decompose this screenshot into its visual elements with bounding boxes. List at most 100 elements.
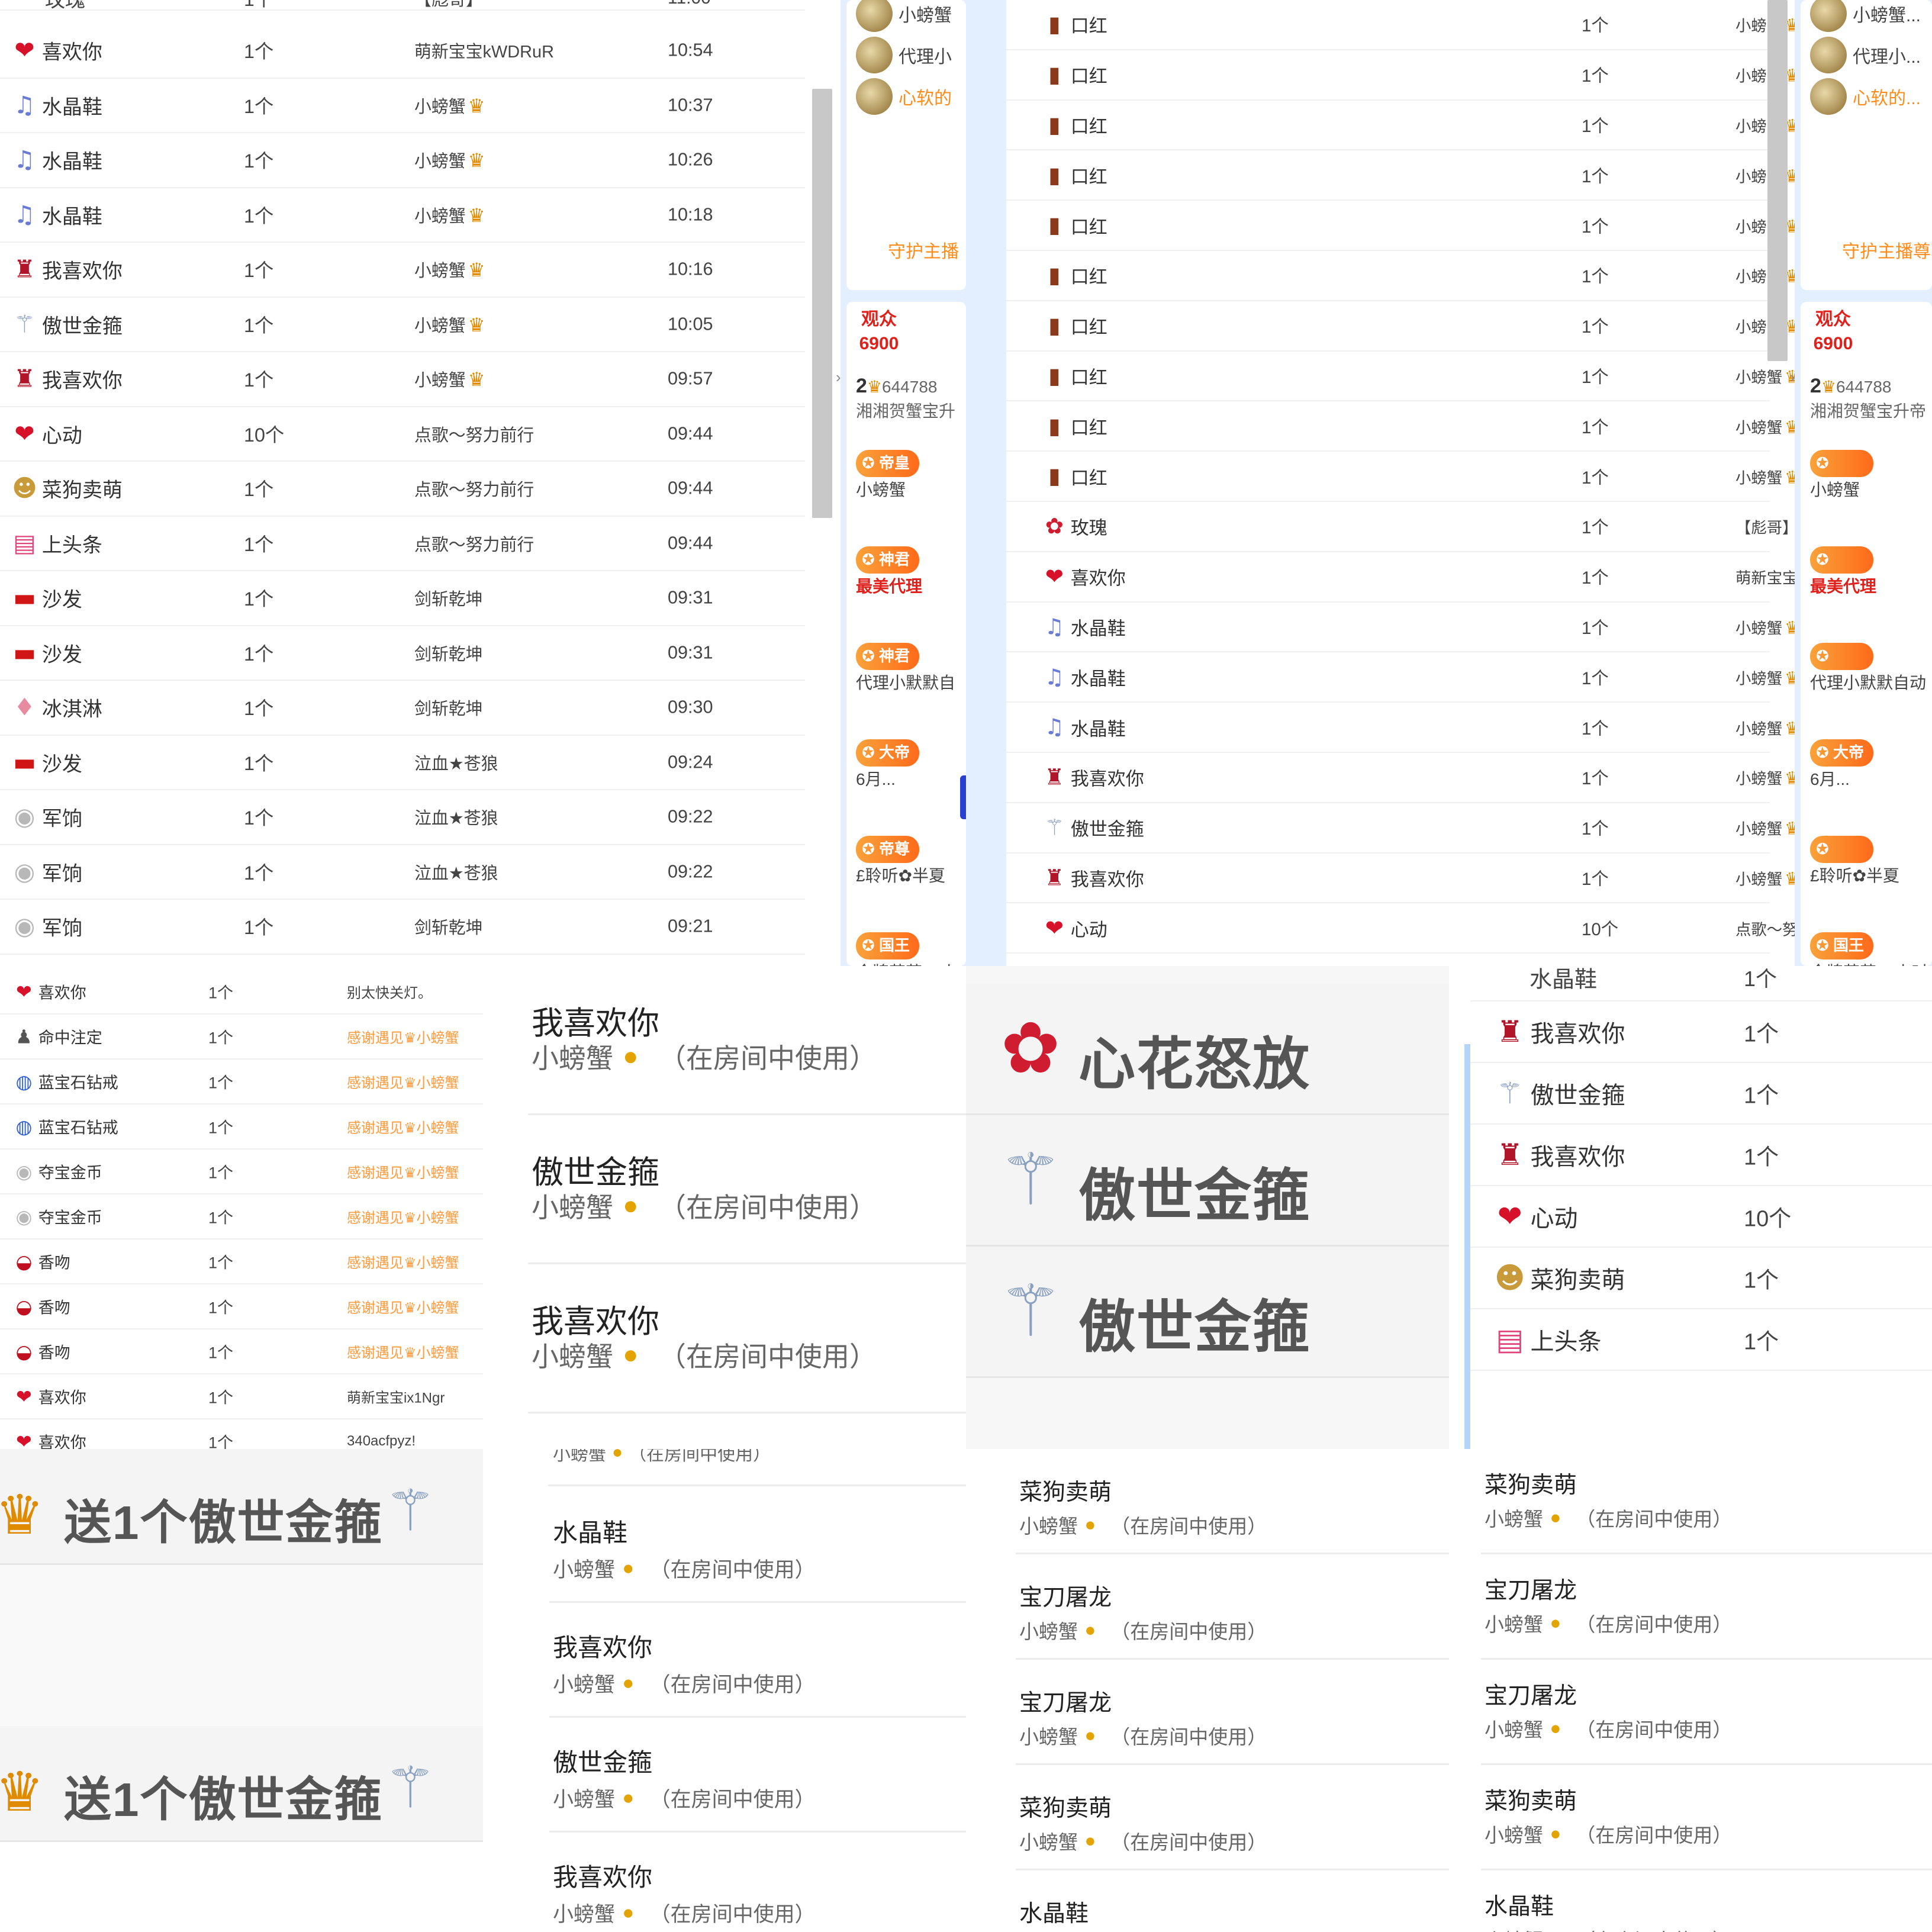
- audience-user[interactable]: ✪ 帝尊 £聆听✿半夏: [856, 836, 945, 889]
- table-row[interactable]: ♜我喜欢你1个小螃蟹♛10:16: [1006, 753, 1800, 803]
- table-row[interactable]: ❤喜欢你1个萌新宝宝kWDRuR10:54: [0, 24, 805, 79]
- table-row[interactable]: ❤喜欢你1个萌新宝宝kWDRuR10:54: [1006, 552, 1863, 603]
- table-row[interactable]: ♜ 我喜欢你 1个: [1470, 1002, 1932, 1063]
- usage-item[interactable]: 水晶鞋小螃蟹●（在房间中使用）: [1449, 1870, 1932, 1932]
- table-row[interactable]: ▮口红1个小螃蟹♛11:36: [1006, 452, 1800, 502]
- table-row[interactable]: ⚚ 傲世金箍 1个: [1470, 1063, 1932, 1125]
- usage-item[interactable]: 宝刀屠龙 小螃蟹 ● （在房间中使用）: [966, 1554, 1449, 1660]
- table-row[interactable]: ☻ 菜狗卖萌 1个: [1470, 1248, 1932, 1309]
- table-row[interactable]: ♜我喜欢你1个小螃蟹♛10:16: [0, 243, 805, 298]
- usage-item-partial[interactable]: 小螃蟹 ● （在房间中使用）: [483, 1449, 966, 1488]
- table-row[interactable]: ♫水晶鞋1个小螃蟹♛10:18: [0, 188, 805, 243]
- table-row-partial[interactable]: 水晶鞋 1个: [1470, 966, 1932, 1002]
- table-row[interactable]: ◉ 军饷 1个 泣血★苍狼 09:22: [0, 845, 805, 900]
- send-message-row[interactable]: ♛ 送1个傲世金箍 ⚚: [0, 1449, 483, 1565]
- usage-item[interactable]: 我喜欢你 小螃蟹 ● （在房间中使用）: [483, 1264, 966, 1413]
- zoomed-gift-row[interactable]: ⚚ 傲世金箍: [966, 1115, 1449, 1247]
- table-row[interactable]: ♜ 我喜欢你 1个: [1470, 1125, 1932, 1186]
- audience-header[interactable]: 观众 6900: [1801, 308, 1866, 356]
- table-row[interactable]: ◉ 军饷 1个 剑斩乾坤 09:21: [0, 900, 805, 955]
- guard-list-item[interactable]: 小螃蟹...: [1810, 0, 1921, 32]
- audience-user[interactable]: ✪ 神君 最美代理: [856, 546, 922, 600]
- table-row[interactable]: ♦ 冰淇淋 1个 剑斩乾坤 09:30: [0, 681, 805, 736]
- audience-user[interactable]: ✪ 国王金牌莘莘24小: [856, 932, 957, 966]
- table-row[interactable]: ◉ 夺宝金币 1个 感谢遇见♛小螃蟹: [0, 1149, 483, 1194]
- table-row[interactable]: ▮口红1个小螃蟹♛11:36: [1006, 401, 1800, 452]
- usage-item[interactable]: 傲世金箍 小螃蟹 ● （在房间中使用）: [483, 1115, 966, 1264]
- table-row[interactable]: ▬ 沙发 1个 剑斩乾坤 09:31: [0, 626, 805, 681]
- usage-item[interactable]: 傲世金箍 小螃蟹 ● （在房间中使用）: [483, 1718, 966, 1833]
- audience-user[interactable]: ✪ 大帝 6月...: [1810, 739, 1874, 793]
- scrollbar-thumb[interactable]: [1767, 0, 1788, 361]
- table-row[interactable]: ❤ 喜欢你 1个 别太快关灯。: [0, 970, 483, 1015]
- table-row[interactable]: ▮口红1个小螃蟹♛11:36: [1006, 101, 1800, 151]
- usage-item[interactable]: 菜狗卖萌 小螃蟹 ● （在房间中使用）: [966, 1449, 1449, 1554]
- usage-item[interactable]: 水晶鞋小螃蟹●（在房间中使用）: [483, 1488, 966, 1603]
- guard-list-item[interactable]: 心软的: [856, 78, 952, 115]
- table-row[interactable]: ◉ 军饷 1个 泣血★苍狼 09:22: [0, 790, 805, 845]
- table-row-partial[interactable]: 玫瑰 1个 【彪哥】 11:00: [0, 0, 805, 12]
- chevron-right-icon[interactable]: ›: [1790, 368, 1795, 387]
- table-row[interactable]: ▮口红1个小螃蟹♛11:36: [1006, 352, 1800, 402]
- table-row[interactable]: ▬ 沙发 1个 泣血★苍狼 09:24: [0, 736, 805, 790]
- usage-item[interactable]: 宝刀屠龙 小螃蟹 ● （在房间中使用）: [1449, 1554, 1932, 1660]
- send-message-row[interactable]: ♛ 送1个傲世金箍 ⚚: [0, 1726, 483, 1842]
- guard-list-item[interactable]: 代理小...: [1810, 37, 1921, 73]
- table-row[interactable]: ♫水晶鞋1个小螃蟹♛10:37: [0, 79, 805, 133]
- table-row[interactable]: ◉ 夺宝金币 1个 感谢遇见♛小螃蟹: [0, 1194, 483, 1239]
- audience-header[interactable]: 观众 6900: [846, 308, 912, 356]
- usage-item[interactable]: 菜狗卖萌 小螃蟹 ● （在房间中使用）: [966, 1765, 1449, 1870]
- chevron-right-icon[interactable]: ›: [836, 368, 841, 387]
- table-row[interactable]: ⚚傲世金箍1个小螃蟹♛10:05: [0, 298, 805, 352]
- zoomed-gift-row[interactable]: ⚚ 傲世金箍: [966, 1247, 1449, 1378]
- zoomed-gift-row[interactable]: ✿ 心花怒放: [966, 984, 1449, 1115]
- table-row[interactable]: ▮口红1个小螃蟹♛11:36: [1006, 50, 1800, 101]
- table-row[interactable]: ❤ 心动 10个: [1470, 1186, 1932, 1248]
- audience-user[interactable]: ✪ £聆听✿半夏: [1810, 836, 1899, 889]
- table-row[interactable]: ❤心动10个点歌～努力前行09:44: [1006, 903, 1844, 954]
- table-row[interactable]: ▤ 上头条 1个 点歌～努力前行 09:44: [0, 517, 805, 571]
- guard-list-item[interactable]: 心软的...: [1810, 78, 1921, 115]
- table-row[interactable]: ♫水晶鞋1个小螃蟹♛10:18: [1006, 703, 1800, 753]
- table-row[interactable]: ▮口红1个小螃蟹♛11:36: [1006, 201, 1800, 251]
- table-row[interactable]: ♫水晶鞋1个小螃蟹♛10:37: [1006, 603, 1800, 653]
- table-row[interactable]: ♫水晶鞋1个小螃蟹♛10:26: [1006, 652, 1800, 703]
- audience-user[interactable]: ✪ 帝皇 小螃蟹: [856, 450, 920, 503]
- table-row[interactable]: ❤心动10个点歌～努力前行09:44: [0, 407, 805, 462]
- table-row[interactable]: ❤ 喜欢你 1个 萌新宝宝ix1Ngr: [0, 1374, 483, 1419]
- table-row[interactable]: ◒ 香吻 1个 感谢遇见♛小螃蟹: [0, 1239, 483, 1284]
- usage-item[interactable]: 水晶鞋小螃蟹●（在房间中使用）: [966, 1870, 1449, 1932]
- table-row[interactable]: ♜我喜欢你1个小螃蟹♛09:57: [1006, 854, 1800, 904]
- table-row[interactable]: ♫水晶鞋1个小螃蟹♛10:26: [0, 133, 805, 188]
- table-row[interactable]: ♜我喜欢你1个小螃蟹♛09:57: [0, 352, 805, 407]
- collapse-tab[interactable]: [960, 775, 966, 819]
- audience-user[interactable]: ✪ 大帝 6月...: [856, 739, 920, 793]
- table-row[interactable]: ♟ 命中注定 1个 感谢遇见♛小螃蟹: [0, 1015, 483, 1060]
- usage-item[interactable]: 我喜欢你 小螃蟹 ● （在房间中使用）: [483, 1833, 966, 1932]
- audience-user[interactable]: ✪ 代理小默默自动: [1810, 643, 1926, 696]
- usage-item[interactable]: 宝刀屠龙 小螃蟹 ● （在房间中使用）: [966, 1660, 1449, 1765]
- audience-user[interactable]: ✪ 神君 代理小默默自: [856, 643, 955, 696]
- table-row[interactable]: ▮口红1个小螃蟹♛11:36: [1006, 301, 1800, 352]
- audience-user[interactable]: ✪ 小螃蟹: [1810, 450, 1874, 503]
- table-row[interactable]: ◍ 蓝宝石钻戒 1个 感谢遇见♛小螃蟹: [0, 1060, 483, 1105]
- usage-item[interactable]: 菜狗卖萌 小螃蟹 ● （在房间中使用）: [1449, 1765, 1932, 1870]
- guard-anchor-link[interactable]: 守护主播: [888, 237, 959, 263]
- scrollbar-thumb[interactable]: [812, 89, 832, 518]
- table-row[interactable]: ◒ 香吻 1个 感谢遇见♛小螃蟹: [0, 1284, 483, 1329]
- table-row[interactable]: ✿玫瑰1个【彪哥】11:00: [1006, 502, 1798, 552]
- usage-item[interactable]: 我喜欢你 小螃蟹 ● （在房间中使用）: [483, 966, 966, 1115]
- usage-item[interactable]: 菜狗卖萌 小螃蟹 ● （在房间中使用）: [1449, 1449, 1932, 1554]
- audience-user[interactable]: ✪ 最美代理: [1810, 546, 1876, 600]
- guard-list-item[interactable]: 代理小: [856, 37, 952, 73]
- table-row[interactable]: ⚚傲世金箍1个小螃蟹♛10:05: [1006, 803, 1800, 854]
- table-row[interactable]: ◍ 蓝宝石钻戒 1个 感谢遇见♛小螃蟹: [0, 1105, 483, 1149]
- table-row[interactable]: ▬ 沙发 1个 剑斩乾坤 09:31: [0, 571, 805, 626]
- usage-item[interactable]: 宝刀屠龙 小螃蟹 ● （在房间中使用）: [1449, 1660, 1932, 1765]
- table-row[interactable]: ◒ 香吻 1个 感谢遇见♛小螃蟹: [0, 1329, 483, 1374]
- usage-item[interactable]: 我喜欢你 小螃蟹 ● （在房间中使用）: [483, 1603, 966, 1718]
- guard-anchor-link[interactable]: 守护主播尊享: [1842, 237, 1932, 263]
- table-row[interactable]: ☻ 菜狗卖萌 1个 点歌～努力前行 09:44: [0, 462, 805, 517]
- audience-user[interactable]: ✪ 国王金牌莘莘24小时: [1810, 932, 1928, 966]
- table-row[interactable]: ▮口红1个小螃蟹♛11:36: [1006, 150, 1800, 201]
